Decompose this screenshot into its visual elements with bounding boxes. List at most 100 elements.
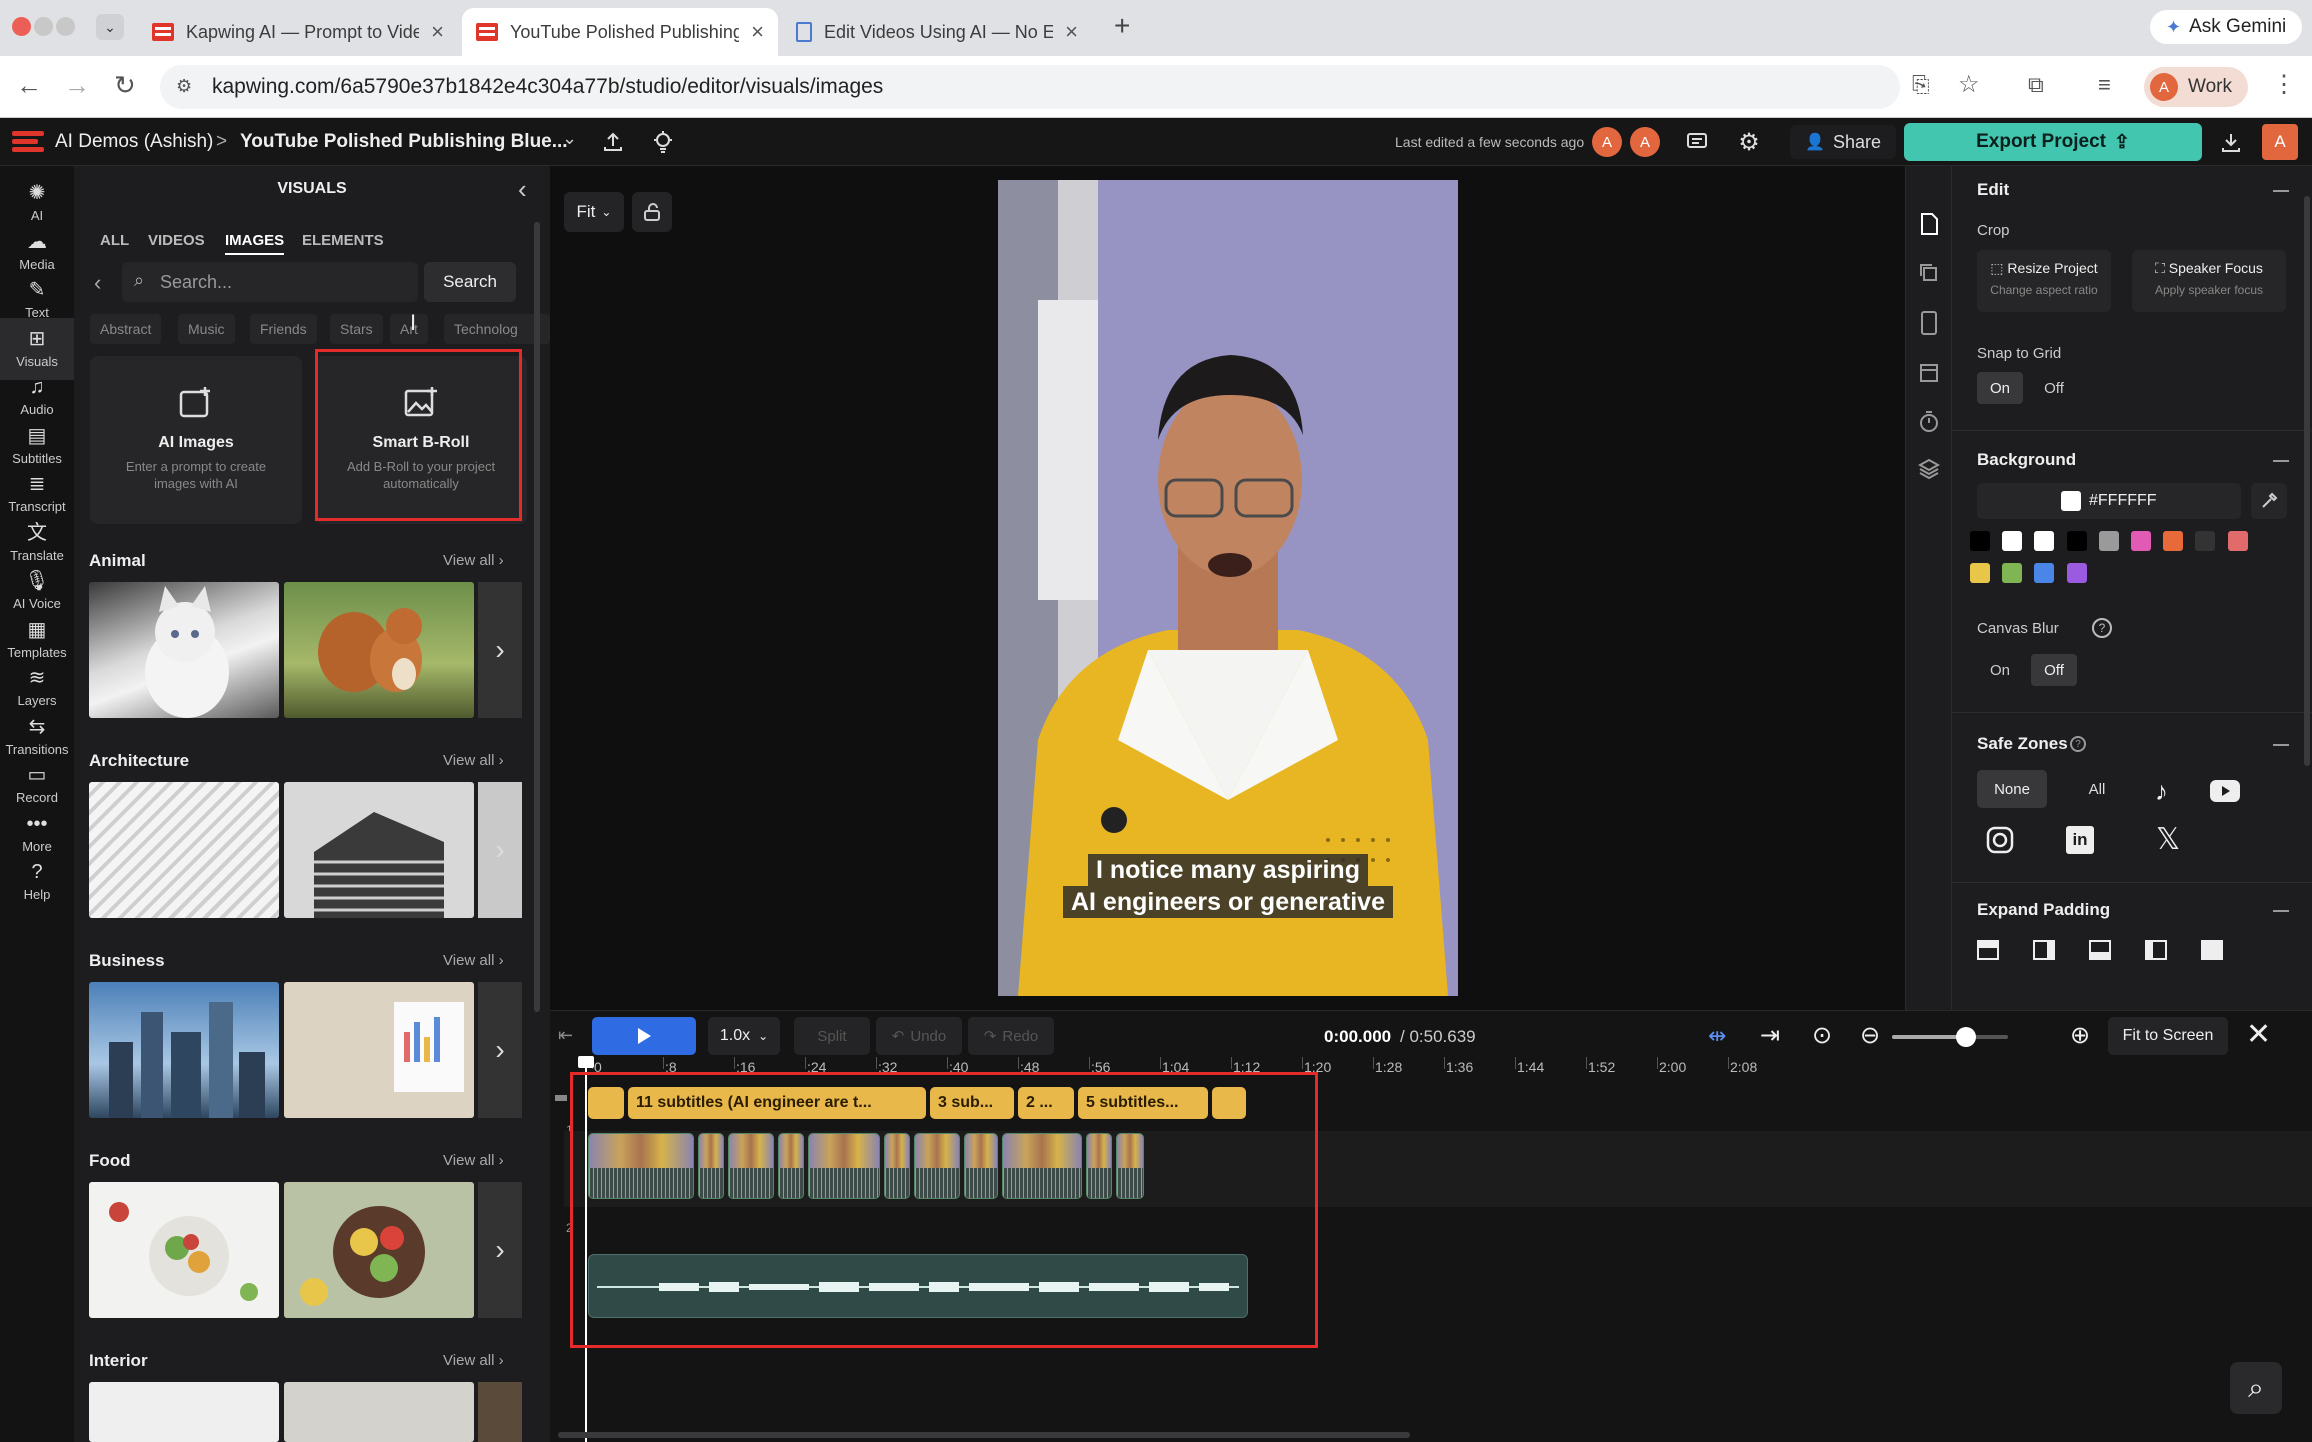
padding-top-icon[interactable]: [1977, 940, 1999, 960]
help-circle-icon[interactable]: ?: [2092, 618, 2112, 638]
playback-speed-dropdown[interactable]: 1.0x ⌄: [708, 1017, 780, 1055]
split-clip-icon[interactable]: ⇹: [1708, 1023, 1726, 1049]
blur-off-button[interactable]: Off: [2031, 654, 2077, 686]
forward-arrow-icon[interactable]: →: [64, 70, 90, 101]
play-button[interactable]: [592, 1017, 696, 1055]
view-all-interior-link[interactable]: View all ›: [443, 1352, 504, 1369]
export-project-button[interactable]: Export Project ⇪: [1904, 123, 2202, 161]
tab-edit-videos[interactable]: Edit Videos Using AI — No Ed ×: [782, 8, 1092, 56]
x-twitter-icon[interactable]: 𝕏: [2156, 822, 2180, 857]
fit-to-clip-icon[interactable]: ⇥: [1760, 1021, 1780, 1050]
salad-thumbnail[interactable]: [89, 1182, 279, 1318]
site-settings-icon[interactable]: ⚙: [176, 76, 192, 97]
padding-all-icon[interactable]: [2201, 940, 2223, 960]
color-swatch[interactable]: [2163, 531, 2184, 551]
extensions-icon[interactable]: ⧉: [2028, 72, 2044, 98]
instagram-icon[interactable]: [1986, 826, 2014, 854]
new-tab-button[interactable]: +: [1114, 10, 1130, 42]
tab-all[interactable]: ALL: [100, 232, 129, 249]
close-icon[interactable]: ✕: [2246, 1017, 2271, 1052]
snap-off-button[interactable]: Off: [2031, 372, 2077, 404]
reading-list-icon[interactable]: ≡: [2098, 72, 2111, 98]
search-button[interactable]: Search: [424, 262, 516, 302]
maximize-window-dot[interactable]: [56, 17, 75, 36]
playhead-handle[interactable]: [578, 1056, 594, 1068]
close-window-dot[interactable]: [12, 17, 31, 36]
split-button[interactable]: Split: [794, 1017, 870, 1055]
profile-button[interactable]: A Work: [2144, 67, 2248, 107]
user-avatar[interactable]: A: [2262, 124, 2298, 160]
upload-icon[interactable]: [598, 125, 628, 159]
video-preview[interactable]: I notice many aspiring AI engineers or g…: [998, 180, 1458, 996]
tab-elements[interactable]: ELEMENTS: [302, 232, 384, 249]
help-circle-icon[interactable]: ?: [2070, 736, 2086, 752]
tab-kapwing-prompt[interactable]: Kapwing AI — Prompt to Vide ×: [138, 8, 458, 56]
padding-left-icon[interactable]: [2145, 940, 2167, 960]
view-all-food-link[interactable]: View all ›: [443, 1152, 504, 1169]
duplicate-icon[interactable]: [1918, 262, 1940, 284]
building-thumbnail[interactable]: [284, 782, 474, 918]
redo-button[interactable]: ↷ Redo: [968, 1017, 1054, 1055]
color-swatch[interactable]: [2066, 563, 2087, 583]
kapwing-logo-icon[interactable]: [12, 131, 44, 153]
color-swatch[interactable]: [1970, 531, 1990, 551]
squirrel-thumbnail[interactable]: [284, 582, 474, 718]
collapse-icon[interactable]: [2273, 190, 2289, 192]
props-scrollbar[interactable]: [2304, 196, 2310, 766]
collapse-icon[interactable]: [2273, 460, 2289, 462]
snap-timeline-icon[interactable]: ⊙: [1812, 1021, 1832, 1050]
color-swatch[interactable]: [2098, 531, 2119, 551]
view-all-architecture-link[interactable]: View all ›: [443, 752, 504, 769]
search-icon[interactable]: ⌕: [2230, 1362, 2282, 1414]
fit-to-screen-button[interactable]: Fit to Screen: [2108, 1017, 2228, 1055]
view-all-animal-link[interactable]: View all ›: [443, 552, 504, 569]
kitten-thumbnail[interactable]: [89, 582, 279, 718]
tab-images[interactable]: IMAGES: [225, 232, 285, 255]
background-color-field[interactable]: #FFFFFF: [1977, 483, 2241, 519]
timeline-scrollbar[interactable]: [558, 1432, 1410, 1438]
padding-bottom-icon[interactable]: [2089, 940, 2111, 960]
color-swatch[interactable]: [2002, 563, 2023, 583]
project-title[interactable]: YouTube Polished Publishing Blue...: [240, 131, 568, 153]
close-icon[interactable]: ×: [431, 19, 444, 45]
url-field[interactable]: ⚙ kapwing.com/6a5790e37b1842e4c304a77b/s…: [160, 65, 1900, 109]
zoom-out-icon[interactable]: ⊖: [1860, 1021, 1880, 1050]
padding-side-icon[interactable]: [2033, 940, 2055, 960]
chip-abstract[interactable]: Abstract: [90, 314, 162, 344]
speaker-focus-button[interactable]: ⛶ Speaker Focus Apply speaker focus: [2132, 250, 2286, 312]
blur-on-button[interactable]: On: [1977, 654, 2023, 686]
layers-stack-icon[interactable]: [1918, 458, 1940, 480]
color-swatch[interactable]: [2034, 531, 2055, 551]
color-swatch[interactable]: [2066, 531, 2087, 551]
tab-youtube-polished[interactable]: YouTube Polished Publishing ×: [462, 8, 778, 56]
unlock-icon[interactable]: [632, 192, 672, 232]
collaborator-avatar[interactable]: A: [1592, 127, 1622, 157]
page-edit-icon[interactable]: [1918, 212, 1940, 236]
share-button[interactable]: 👤 Share: [1790, 125, 1896, 159]
safe-zone-none-button[interactable]: None: [1977, 770, 2047, 808]
architecture-next-button[interactable]: ›: [478, 782, 522, 918]
search-input[interactable]: ⌕ Search...: [122, 262, 418, 302]
collapse-panel-icon[interactable]: ‹: [518, 174, 527, 205]
white-architecture-thumbnail[interactable]: [89, 782, 279, 918]
snap-on-button[interactable]: On: [1977, 372, 2023, 404]
comments-icon[interactable]: [1680, 125, 1714, 159]
eyedropper-icon[interactable]: [2251, 483, 2287, 519]
zoom-fit-dropdown[interactable]: Fit ⌄: [564, 192, 624, 232]
resize-project-button[interactable]: ⬚ Resize Project Change aspect ratio: [1977, 250, 2111, 312]
reload-icon[interactable]: ↻: [114, 70, 136, 101]
youtube-icon[interactable]: [2210, 780, 2240, 802]
rail-item-help[interactable]: ? Help: [0, 851, 74, 913]
ask-gemini-button[interactable]: ✦ Ask Gemini: [2150, 10, 2303, 44]
chip-music[interactable]: Music: [178, 314, 235, 344]
color-swatch[interactable]: [1970, 563, 1990, 583]
phone-preview-icon[interactable]: [1920, 310, 1938, 336]
interior-thumbnail[interactable]: [284, 1382, 474, 1442]
lightbulb-icon[interactable]: [648, 125, 678, 159]
fruit-bowl-thumbnail[interactable]: [284, 1182, 474, 1318]
browser-menu-icon[interactable]: ⋮: [2272, 70, 2296, 99]
collapse-timeline-icon[interactable]: ⇤: [558, 1025, 573, 1046]
color-swatch[interactable]: [2034, 563, 2055, 583]
collaborator-avatar[interactable]: A: [1630, 127, 1660, 157]
food-next-button[interactable]: ›: [478, 1182, 522, 1318]
